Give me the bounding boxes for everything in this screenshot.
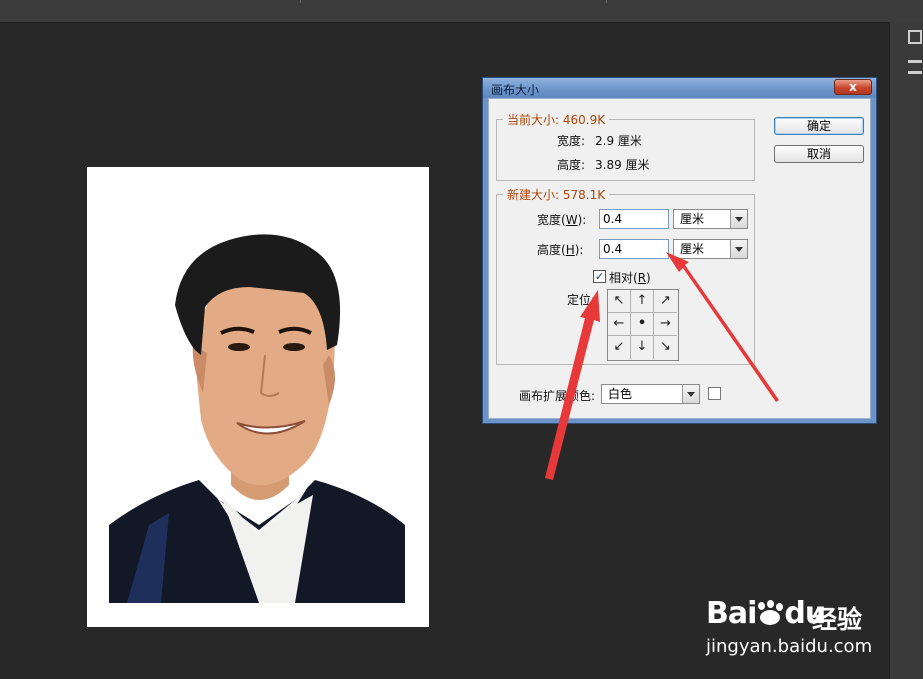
anchor-bottom[interactable]: ↓ [631, 336, 654, 359]
menubar-divider [606, 0, 607, 3]
anchor-bottom-left[interactable]: ↙ [608, 336, 631, 359]
relative-label[interactable]: 相对(R) [609, 269, 651, 286]
current-size-legend: 当前大小: 460.9K [503, 111, 610, 128]
current-height-value: 3.89 厘米 [595, 158, 650, 172]
app-menubar [0, 0, 923, 23]
extension-color-label: 画布扩展颜色: [519, 389, 596, 403]
anchor-top-right[interactable]: ↗ [654, 290, 677, 313]
relative-checkbox[interactable]: ✓ [593, 270, 606, 283]
chevron-down-icon[interactable] [730, 240, 747, 258]
watermark-brand: Bai du [706, 596, 826, 631]
anchor-center[interactable]: • [631, 313, 654, 336]
extension-color-select[interactable]: 白色 [601, 384, 700, 404]
current-width-label: 宽度: [557, 134, 586, 148]
current-width-value: 2.9 厘米 [595, 134, 642, 148]
dialog-titlebar[interactable]: 画布大小 x [483, 78, 876, 98]
current-height-label: 高度: [557, 158, 586, 172]
width-unit-value: 厘米 [680, 212, 705, 226]
anchor-top-left[interactable]: ↖ [608, 290, 631, 313]
anchor-left[interactable]: ← [608, 313, 631, 336]
anchor-label: 定位: [567, 293, 596, 307]
anchor-bottom-right[interactable]: ↘ [654, 336, 677, 359]
watermark-site: jingyan.baidu.com [706, 636, 873, 657]
extension-color-swatch[interactable] [708, 387, 721, 400]
current-size-group: 当前大小: 460.9K 宽度: 2.9 厘米 高度: 3.89 厘米 [496, 111, 755, 181]
height-unit-value: 厘米 [680, 242, 705, 256]
paw-icon [756, 600, 784, 626]
cancel-button[interactable]: 取消 [774, 145, 864, 163]
panel-icon[interactable] [908, 30, 922, 44]
height-unit-select[interactable]: 厘米 [673, 239, 748, 259]
width-input[interactable]: 0.4 [599, 209, 669, 229]
watermark-cn: 经验 [812, 605, 863, 634]
width-unit-select[interactable]: 厘米 [673, 209, 748, 229]
new-size-legend: 新建大小: 578.1K [503, 186, 610, 203]
menubar-divider [300, 0, 301, 3]
extension-color-value: 白色 [608, 387, 633, 401]
canvas-document [87, 167, 429, 627]
dialog-title: 画布大小 [491, 83, 540, 97]
chevron-down-icon[interactable] [730, 210, 747, 228]
anchor-top[interactable]: ↑ [631, 290, 654, 313]
anchor-right[interactable]: → [654, 313, 677, 336]
close-button[interactable]: x [834, 79, 872, 95]
height-label: 高度(H): [537, 243, 584, 257]
canvas-size-dialog: 画布大小 x 当前大小: 460.9K 宽度: 2.9 厘米 高度: 3.89 … [482, 77, 877, 424]
ok-button[interactable]: 确定 [774, 117, 864, 135]
chevron-down-icon[interactable] [682, 385, 699, 403]
anchor-grid: ↖ ↑ ↗ ← • → ↙ ↓ ↘ [607, 289, 679, 361]
right-tool-panel [889, 22, 923, 679]
dialog-client-area: 当前大小: 460.9K 宽度: 2.9 厘米 高度: 3.89 厘米 确定 取… [488, 98, 871, 419]
panel-icon[interactable] [908, 60, 922, 74]
portrait-photo [109, 195, 405, 603]
width-label: 宽度(W): [537, 213, 587, 227]
height-input[interactable]: 0.4 [599, 239, 669, 259]
